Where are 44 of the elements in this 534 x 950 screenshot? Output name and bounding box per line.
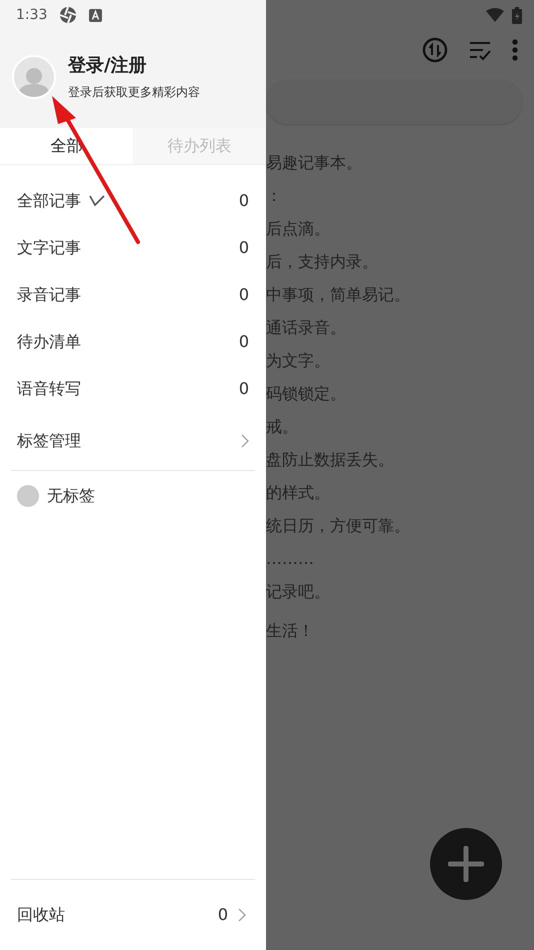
count-text: 0 <box>238 284 249 306</box>
menu-item-label[interactable]: 语音转写 <box>17 376 81 400</box>
note-text: 统日历，方便可靠。 <box>266 515 411 537</box>
menu-item-label[interactable]: 待办清单 <box>17 330 81 354</box>
menu-item-label[interactable]: 文字记事 <box>17 236 81 260</box>
count-text: 0 <box>238 330 249 352</box>
status-time: 1:33 <box>16 6 48 24</box>
sort-icon[interactable] <box>422 37 448 63</box>
avatar-icon[interactable] <box>12 54 56 98</box>
count-text: 0 <box>238 236 249 258</box>
note-text: ： <box>266 185 283 207</box>
login-title[interactable]: 登录/注册 <box>68 52 200 79</box>
note-text: 易趣记事本。 <box>266 152 363 174</box>
recycle-bin-label[interactable]: 回收站 <box>17 903 65 927</box>
note-text: 的样式。 <box>266 482 331 504</box>
note-text: 后，支持内录。 <box>266 251 379 273</box>
note-text: 码锁锁定。 <box>266 383 347 405</box>
checklist-icon[interactable] <box>468 39 492 61</box>
menu-item-label[interactable]: 录音记事 <box>17 282 81 306</box>
wifi-icon <box>486 8 504 22</box>
note-text: 记录吧。 <box>266 581 331 603</box>
login-subtitle: 登录后获取更多精彩内容 <box>68 84 200 101</box>
chevron-right-icon <box>241 434 249 448</box>
battery-icon <box>512 6 522 24</box>
person-silhouette-icon <box>18 66 50 96</box>
aperture-icon <box>59 6 78 24</box>
note-text: 生活！ <box>266 620 315 642</box>
note-text: ……… <box>266 548 315 570</box>
chevron-right-icon <box>238 908 246 922</box>
plus-icon <box>448 846 484 882</box>
keyboard-icon <box>89 8 102 22</box>
count-text: 0 <box>218 904 228 926</box>
note-text: 中事项，简单易记。 <box>266 284 411 306</box>
count-text: 0 <box>238 378 249 400</box>
note-text: 戒。 <box>266 416 299 438</box>
note-text: 盘防止数据丢失。 <box>266 449 395 471</box>
tag-label[interactable]: 无标签 <box>47 484 95 508</box>
menu-item-label[interactable]: 标签管理 <box>17 429 81 453</box>
note-text: 为文字。 <box>266 350 331 372</box>
count-text: 0 <box>238 190 249 212</box>
note-text: 后点滴。 <box>266 218 331 240</box>
menu-item-label[interactable]: 全部记事 <box>17 188 81 212</box>
note-text: 通话录音。 <box>266 317 347 339</box>
more-icon[interactable] <box>512 38 518 62</box>
